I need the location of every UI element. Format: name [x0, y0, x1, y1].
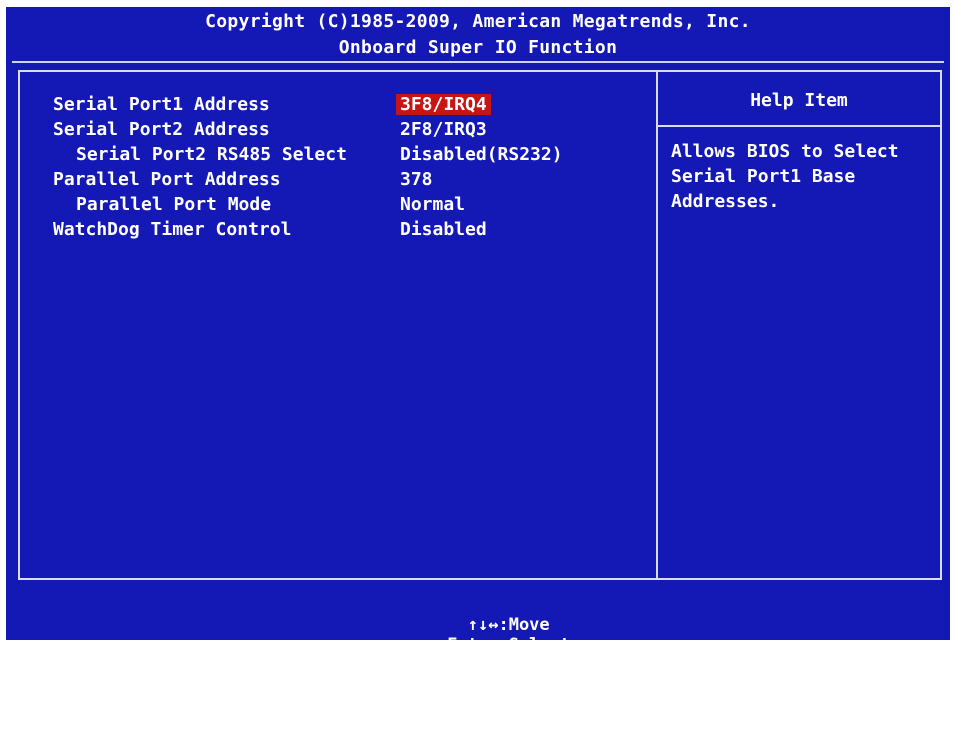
setting-value[interactable]: Disabled(RS232) [396, 144, 567, 165]
help-title: Help Item [750, 90, 848, 111]
setting-value[interactable]: Normal [396, 194, 469, 215]
previous-values-hint: F5:Previous Values [416, 639, 601, 659]
header-divider [12, 61, 944, 63]
page-title: Onboard Super IO Function [338, 37, 618, 58]
setting-label: Parallel Port Mode [76, 194, 272, 215]
help-title-separator [658, 125, 940, 127]
setting-value[interactable]: 3F8/IRQ4 [396, 94, 491, 115]
setting-label: Parallel Port Address [53, 169, 281, 190]
help-text: Allows BIOS to Select Serial Port1 Base … [671, 139, 931, 214]
setting-value[interactable]: 2F8/IRQ3 [396, 119, 491, 140]
settings-panel: Serial Port1 Address 3F8/IRQ4 Serial Port2… [18, 70, 942, 580]
setting-row[interactable]: Parallel Port Address 378 [20, 169, 656, 194]
setting-row[interactable]: Serial Port2 Address 2F8/IRQ3 [20, 119, 656, 144]
setting-label: Serial Port2 Address [53, 119, 270, 140]
setting-row[interactable]: WatchDog Timer Control Disabled [20, 219, 656, 244]
setting-label: Serial Port1 Address [53, 94, 270, 115]
bios-screen: Copyright (C)1985-2009, American Megatre… [6, 7, 950, 735]
help-divider [656, 72, 658, 578]
setting-label: Serial Port2 RS485 Select [76, 144, 347, 165]
help-line: Addresses. [671, 191, 780, 212]
key-legend: ↑↓↔:Move Enter:Select +/-/:Value F10:Sav… [6, 585, 950, 735]
setting-value[interactable]: Disabled [396, 219, 491, 240]
help-line: Allows BIOS to Select [671, 141, 899, 162]
optimized-defaults-hint: F6:Optimized Defaults [401, 659, 617, 679]
setting-label: WatchDog Timer Control [53, 219, 292, 240]
setting-row[interactable]: Serial Port2 RS485 Select Disabled(RS232) [20, 144, 656, 169]
key-legend-line2: F5:Previous Values F6:Optimized Defaults… [6, 619, 950, 719]
help-line: Serial Port1 Base [671, 166, 856, 187]
copyright-title: Copyright (C)1985-2009, American Megatre… [205, 11, 751, 32]
standard-defaults-hint: F7:Standard Defaults [406, 679, 612, 699]
setting-row[interactable]: Parallel Port Mode Normal [20, 194, 656, 219]
bios-header: Copyright (C)1985-2009, American Megatre… [6, 7, 950, 67]
setting-value[interactable]: 378 [396, 169, 437, 190]
setting-row[interactable]: Serial Port1 Address 3F8/IRQ4 [20, 94, 656, 119]
